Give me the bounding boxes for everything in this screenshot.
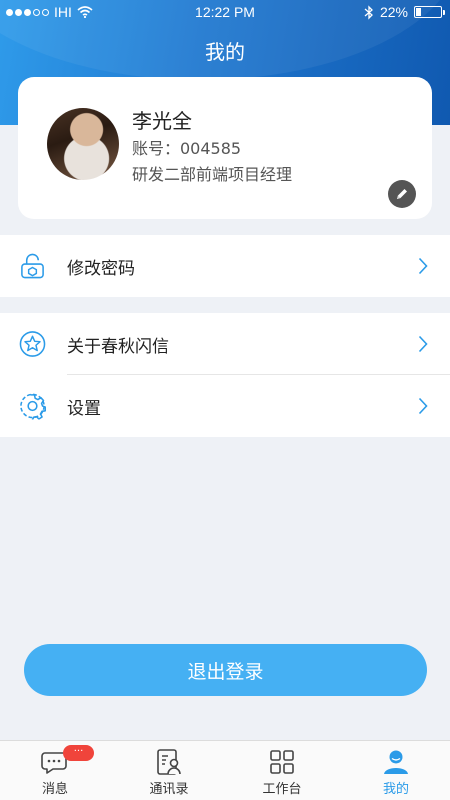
tab-workbench[interactable]: 工作台: [237, 741, 327, 800]
tab-contacts[interactable]: 通讯录: [124, 741, 214, 800]
unread-badge: ···: [63, 745, 94, 761]
about-app-label: 关于春秋闪信: [67, 336, 169, 357]
battery-level: [416, 8, 422, 16]
tab-bar: ··· 消息 通讯录 工作台 我的: [0, 740, 450, 800]
star-icon: [19, 331, 46, 357]
logout-button[interactable]: 退出登录: [24, 644, 427, 696]
battery-icon: [414, 6, 445, 18]
page-title: 我的: [205, 40, 245, 64]
bluetooth-icon: [364, 4, 373, 20]
contacts-icon: [157, 749, 181, 775]
user-position: 研发二部前端项目经理: [132, 165, 293, 184]
tab-mine[interactable]: 我的: [351, 741, 441, 800]
gear-icon: [20, 393, 46, 420]
user-account: 账号：004585: [132, 139, 242, 158]
tab-messages[interactable]: ··· 消息: [10, 741, 100, 800]
change-password-item[interactable]: 修改密码: [0, 235, 450, 297]
chevron-right-icon: [418, 257, 428, 275]
settings-item[interactable]: 设置: [0, 375, 450, 437]
tab-mine-label: 我的: [382, 782, 409, 797]
status-right: 22%: [364, 4, 445, 20]
settings-label: 设置: [67, 398, 101, 419]
pencil-icon: [397, 189, 407, 199]
grid-icon: [270, 750, 294, 774]
tab-workbench-label: 工作台: [262, 782, 302, 797]
menu-group-general: 关于春秋闪信 设置: [0, 313, 450, 437]
chevron-right-icon: [418, 397, 428, 415]
lock-icon: [21, 253, 44, 279]
menu-group-security: 修改密码: [0, 235, 450, 297]
tab-contacts-label: 通讯录: [149, 782, 189, 797]
tab-messages-label: 消息: [41, 782, 68, 797]
change-password-label: 修改密码: [67, 258, 135, 279]
avatar[interactable]: [47, 108, 119, 180]
battery-percent: 22%: [379, 4, 408, 20]
profile-card[interactable]: 李光全 账号：004585 研发二部前端项目经理: [18, 77, 432, 219]
user-name: 李光全: [132, 109, 192, 133]
status-bar: IHI 12:22 PM 22%: [0, 0, 450, 26]
about-app-item[interactable]: 关于春秋闪信: [0, 313, 450, 375]
chevron-right-icon: [418, 335, 428, 353]
edit-profile-button[interactable]: [388, 180, 416, 208]
profile-icon: [384, 750, 408, 774]
